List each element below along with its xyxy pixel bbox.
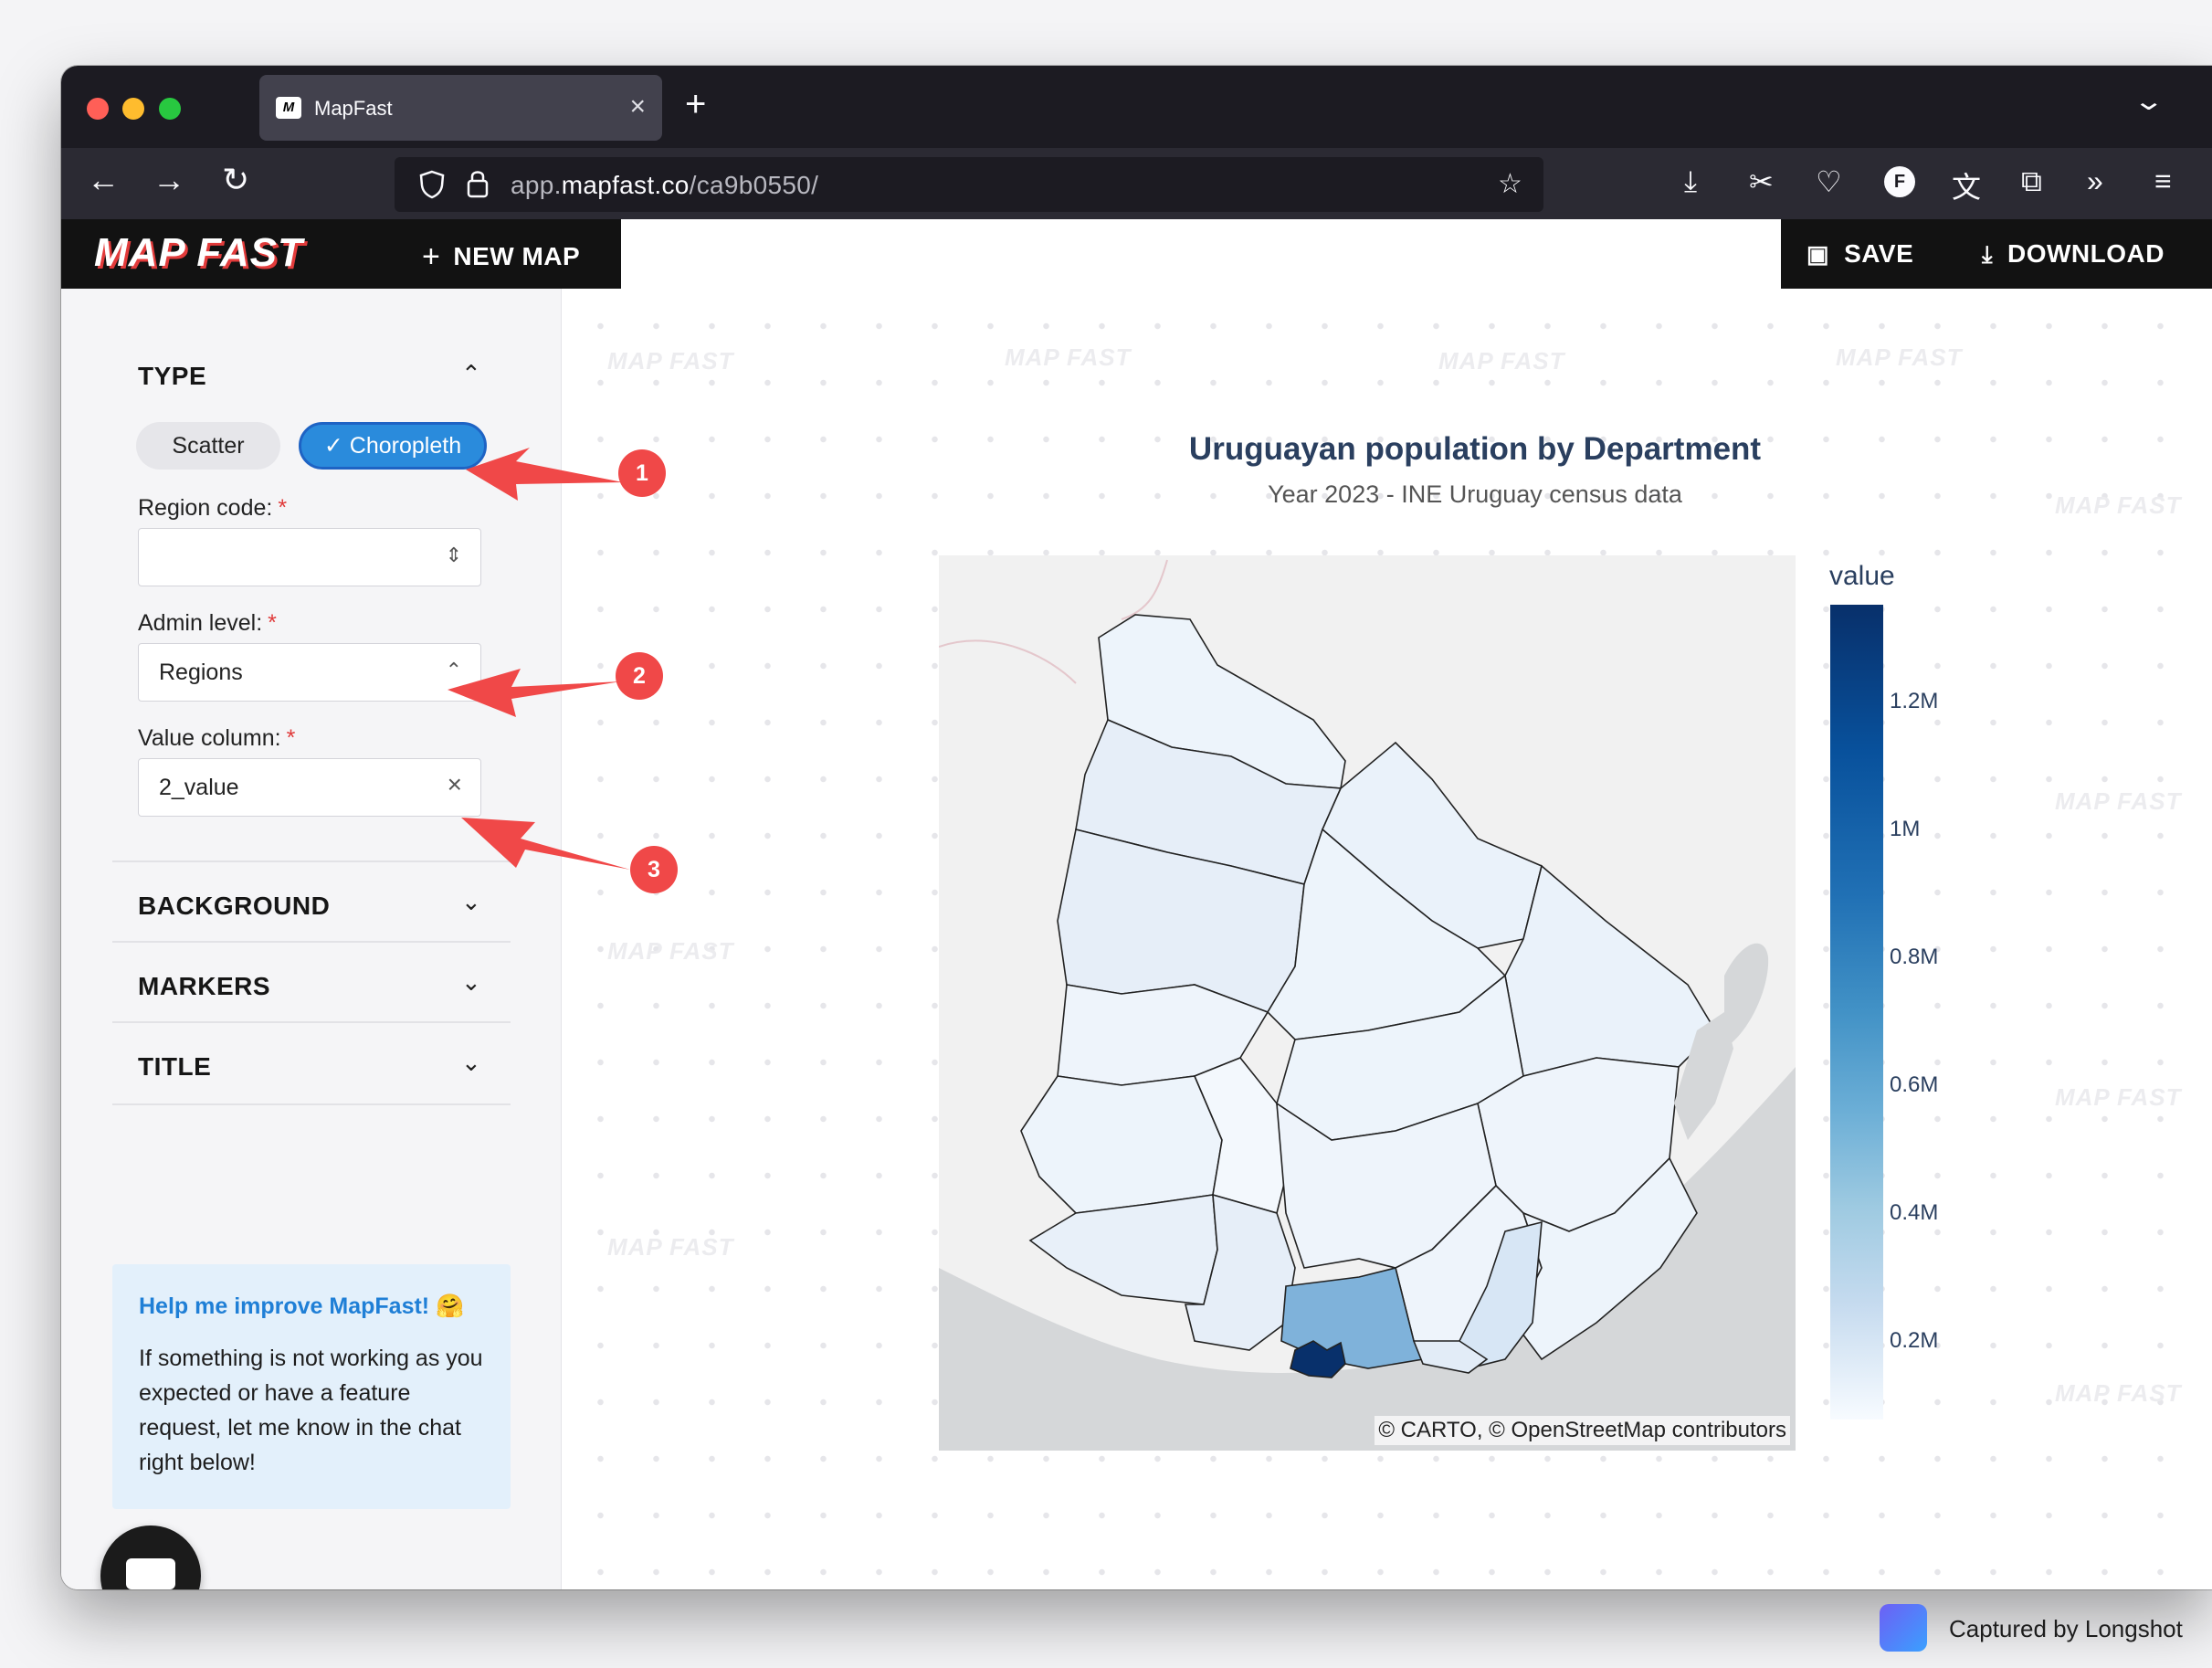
arrow-1 <box>466 448 623 501</box>
arrow-3 <box>461 818 630 870</box>
annotation-badge: 3 <box>630 846 678 893</box>
arrow-2 <box>448 669 621 717</box>
annotation-layer <box>448 448 630 870</box>
annotation-badge: 1 <box>618 449 666 497</box>
capture-credit: Captured by Longshot <box>1949 1615 2183 1642</box>
longshot-logo-icon <box>1880 1604 1927 1652</box>
annotation-badge: 2 <box>616 652 663 700</box>
annotation-arrows <box>448 448 630 870</box>
